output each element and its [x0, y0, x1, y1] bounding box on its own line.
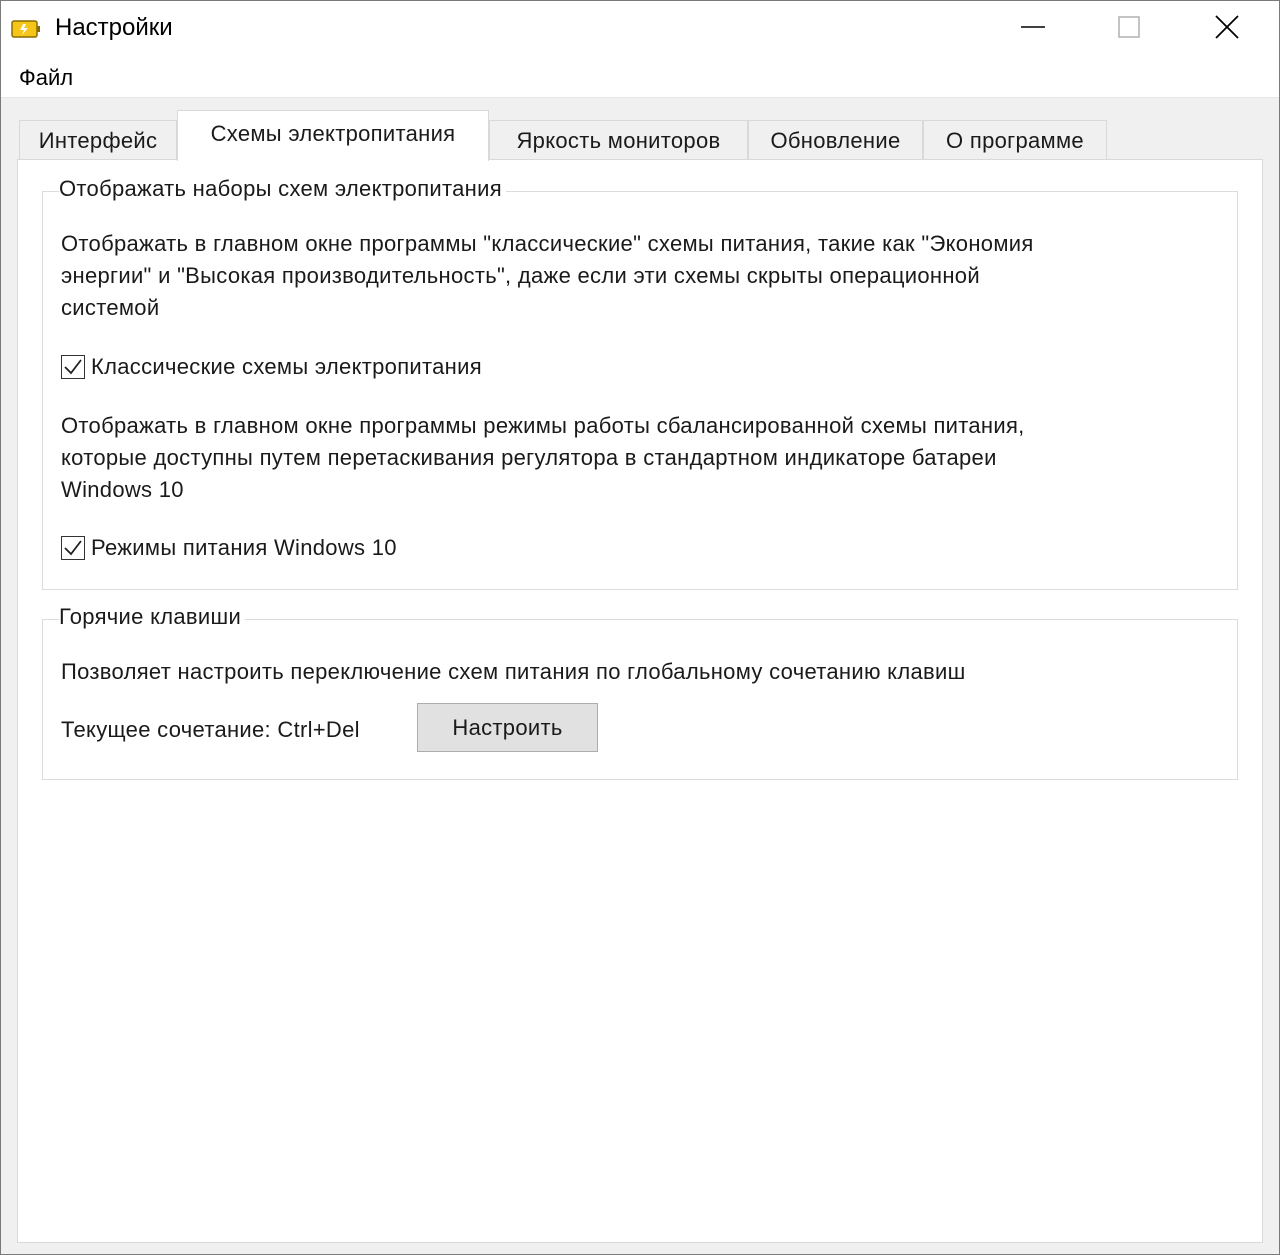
- minimize-icon: [1021, 15, 1045, 44]
- tab-power-schemes[interactable]: Схемы электропитания: [177, 110, 489, 161]
- title-bar[interactable]: Настройки: [1, 1, 1279, 57]
- classic-schemes-checkbox[interactable]: [61, 355, 85, 379]
- window-title: Настройки: [55, 14, 173, 41]
- classic-schemes-description: Отображать в главном окне программы "кла…: [61, 228, 1034, 324]
- settings-window: Настройки Файл Интерфейс Схемы электропи…: [0, 0, 1280, 1255]
- windows-modes-label[interactable]: Режимы питания Windows 10: [91, 535, 397, 561]
- description-line: Отображать в главном окне программы "кла…: [61, 231, 1034, 256]
- windows-modes-option[interactable]: Режимы питания Windows 10: [61, 534, 397, 562]
- description-line: энергии" и "Высокая производительность",…: [61, 263, 980, 288]
- menu-bar: Файл: [1, 57, 1279, 98]
- tab-panel: Отображать наборы схем электропитания От…: [17, 159, 1263, 1243]
- hotkeys-group-title: Горячие клавиши: [59, 604, 246, 630]
- tab-interface[interactable]: Интерфейс: [19, 120, 177, 160]
- tab-about[interactable]: О программе: [923, 120, 1107, 160]
- windows-modes-description: Отображать в главном окне программы режи…: [61, 410, 1025, 506]
- description-line: системой: [61, 295, 160, 320]
- tab-update[interactable]: Обновление: [748, 120, 923, 160]
- client-area: Интерфейс Схемы электропитания Яркость м…: [1, 98, 1279, 1254]
- battery-icon: [11, 19, 41, 39]
- hotkeys-groupbox: Горячие клавиши Позволяет настроить пере…: [42, 604, 1238, 780]
- close-icon: [1215, 14, 1239, 44]
- description-line: Отображать в главном окне программы режи…: [61, 413, 1025, 438]
- close-button[interactable]: [1181, 1, 1273, 57]
- checkmark-icon: [64, 540, 82, 556]
- checkmark-icon: [64, 359, 82, 375]
- description-line: которые доступны путем перетаскивания ре…: [61, 445, 997, 470]
- hotkeys-description: Позволяет настроить переключение схем пи…: [61, 659, 966, 684]
- minimize-button[interactable]: [987, 1, 1079, 57]
- power-schemes-group-title: Отображать наборы схем электропитания: [59, 176, 506, 202]
- menu-file[interactable]: Файл: [19, 65, 73, 91]
- tab-monitor-brightness[interactable]: Яркость мониторов: [489, 120, 748, 160]
- current-hotkey-label: Текущее сочетание: Ctrl+Del: [61, 717, 360, 742]
- power-schemes-groupbox: Отображать наборы схем электропитания От…: [42, 176, 1238, 590]
- maximize-icon: [1118, 15, 1140, 43]
- configure-hotkey-button[interactable]: Настроить: [417, 703, 598, 752]
- maximize-button[interactable]: [1083, 1, 1175, 57]
- description-line: Windows 10: [61, 477, 184, 502]
- classic-schemes-option[interactable]: Классические схемы электропитания: [61, 353, 482, 381]
- classic-schemes-label[interactable]: Классические схемы электропитания: [91, 354, 482, 380]
- windows-modes-checkbox[interactable]: [61, 536, 85, 560]
